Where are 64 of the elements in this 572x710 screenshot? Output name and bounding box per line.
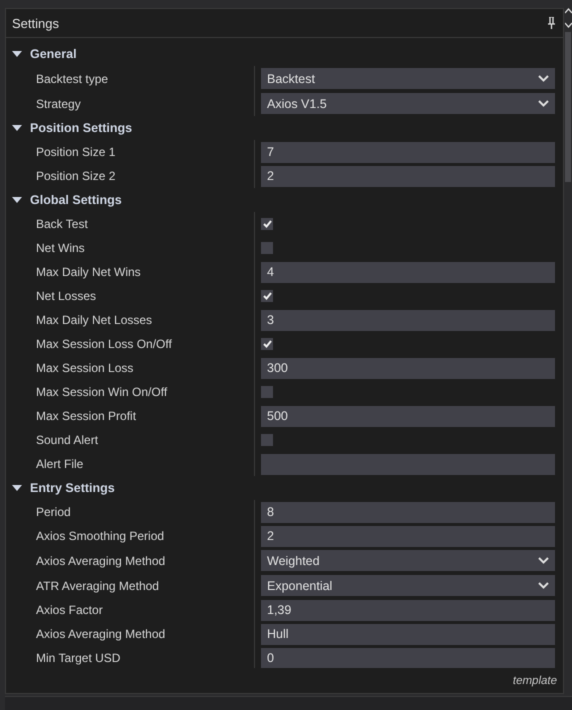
checkmark-icon xyxy=(262,220,272,228)
checkbox[interactable] xyxy=(261,338,273,350)
chevron-down-icon xyxy=(538,100,549,107)
setting-label: Net Losses xyxy=(35,289,98,303)
section-title: General xyxy=(30,47,77,61)
setting-label: Min Target USD xyxy=(35,651,122,665)
checkmark-icon xyxy=(262,340,272,348)
collapse-caret-icon[interactable] xyxy=(12,49,22,59)
setting-label: Axios Factor xyxy=(35,603,104,617)
input-field[interactable]: 2 xyxy=(261,526,555,546)
dropdown[interactable]: Axios V1.5 xyxy=(261,93,555,114)
input-field[interactable]: 2 xyxy=(261,166,555,186)
collapse-caret-icon[interactable] xyxy=(12,195,22,205)
setting-label: Backtest type xyxy=(35,72,110,86)
setting-label: Max Session Loss On/Off xyxy=(35,337,173,351)
checkmark-icon xyxy=(262,292,272,300)
setting-label: Net Wins xyxy=(35,241,86,255)
pin-icon[interactable] xyxy=(548,17,555,29)
input-field[interactable]: 300 xyxy=(261,358,555,378)
setting-label: Max Daily Net Wins xyxy=(35,265,142,279)
checkbox[interactable] xyxy=(261,434,273,446)
input-field[interactable]: 0 xyxy=(261,648,555,668)
setting-label: Back Test xyxy=(35,217,89,231)
setting-label: Alert File xyxy=(35,457,84,471)
input-field[interactable]: 4 xyxy=(261,262,555,282)
setting-label: Axios Smoothing Period xyxy=(35,529,166,543)
setting-label: Strategy xyxy=(35,96,82,110)
scroll-arrows-icon[interactable] xyxy=(564,8,572,28)
checkbox[interactable] xyxy=(261,290,273,302)
section-title: Global Settings xyxy=(30,193,122,207)
input-field[interactable] xyxy=(261,454,555,474)
input-field[interactable]: 3 xyxy=(261,310,555,330)
scrollbar-thumb[interactable] xyxy=(565,32,571,182)
input-field[interactable]: 7 xyxy=(261,142,555,162)
setting-label: Max Session Profit xyxy=(35,409,138,423)
collapse-caret-icon[interactable] xyxy=(12,483,22,493)
checkbox[interactable] xyxy=(261,386,273,398)
template-label: template xyxy=(512,675,557,687)
section-title: Position Settings xyxy=(30,121,132,135)
setting-label: Max Daily Net Losses xyxy=(35,313,154,327)
section-title: Entry Settings xyxy=(30,481,115,495)
input-field[interactable]: 8 xyxy=(261,502,555,522)
input-field[interactable]: 1,39 xyxy=(261,600,555,620)
setting-label: Axios Averaging Method xyxy=(35,554,166,568)
setting-label: Max Session Win On/Off xyxy=(35,385,168,399)
dropdown[interactable]: Exponential xyxy=(261,575,555,596)
input-field[interactable]: Hull xyxy=(261,624,555,644)
dropdown[interactable]: Backtest xyxy=(261,68,555,89)
setting-label: Sound Alert xyxy=(35,433,100,447)
checkbox[interactable] xyxy=(261,242,273,254)
setting-label: ATR Averaging Method xyxy=(35,578,160,592)
input-field[interactable]: 500 xyxy=(261,406,555,426)
setting-label: Axios Averaging Method xyxy=(35,627,166,641)
dropdown[interactable]: Weighted xyxy=(261,550,555,571)
checkbox[interactable] xyxy=(261,218,273,230)
chevron-down-icon xyxy=(538,75,549,82)
setting-label: Position Size 1 xyxy=(35,145,116,159)
setting-label: Period xyxy=(35,505,72,519)
chevron-down-icon xyxy=(538,557,549,564)
panel-title: Settings xyxy=(12,16,59,30)
chevron-down-icon xyxy=(538,582,549,589)
setting-label: Max Session Loss xyxy=(35,361,134,375)
collapse-caret-icon[interactable] xyxy=(12,123,22,133)
setting-label: Position Size 2 xyxy=(35,169,116,183)
